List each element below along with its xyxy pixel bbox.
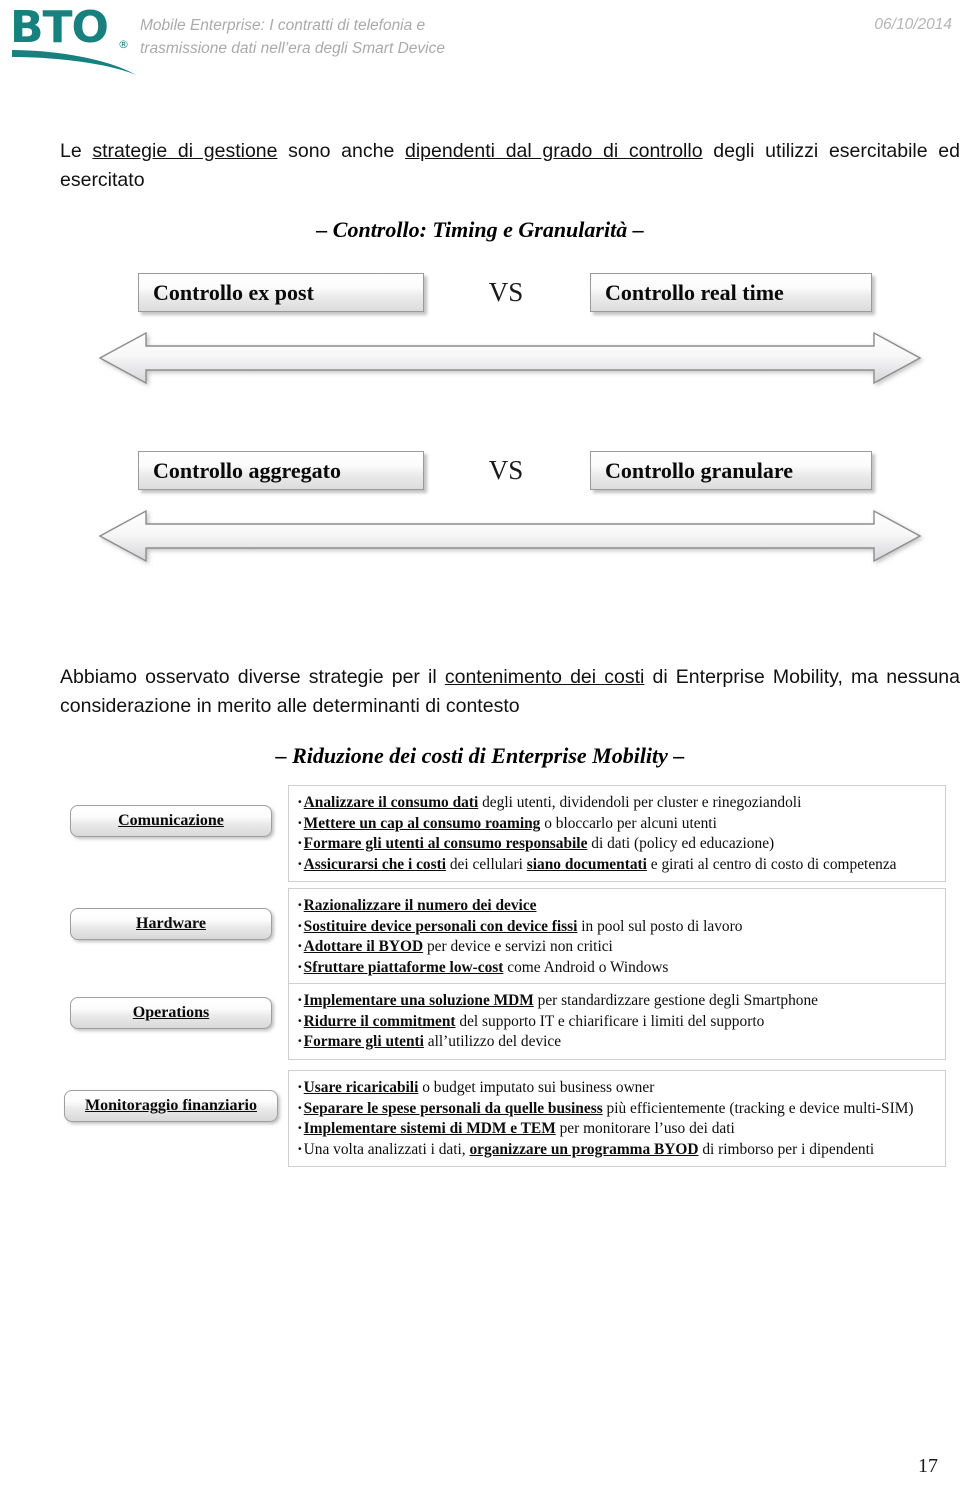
- lead-text-2: sono anche: [277, 140, 405, 162]
- header-title-line-1: Mobile Enterprise: I contratti di telefo…: [140, 17, 426, 34]
- category-label-comunicazione: Comunicazione: [118, 812, 224, 829]
- logo-swoosh-icon: [12, 50, 136, 75]
- category-list-operations: Implementare una soluzione MDM per stand…: [297, 990, 937, 1052]
- comparison-box-left-1[interactable]: Controllo ex post: [138, 273, 424, 312]
- list-item: Adottare il BYOD per device e servizi no…: [297, 936, 937, 957]
- list-item-text: per standardizzare gestione degli Smartp…: [533, 992, 819, 1009]
- header-title-line-2: trasmissione dati nell’era degli Smart D…: [140, 40, 445, 57]
- list-item-text: o bloccarlo per alcuni utenti: [540, 814, 717, 832]
- category-label-operations: Operations: [132, 1004, 210, 1021]
- list-item: Sostituire device personali con device f…: [297, 916, 937, 937]
- category-panel-comunicazione: Analizzare il consumo dati degli utenti,…: [288, 785, 946, 882]
- category-button-comunicazione[interactable]: Comunicazione: [70, 805, 272, 837]
- list-item-bold: Implementare sistemi di MDM e TEM: [303, 1120, 556, 1137]
- list-item: Formare gli utenti al consumo responsabi…: [297, 833, 937, 854]
- category-panel-operations: Implementare una soluzione MDM per stand…: [288, 983, 946, 1060]
- list-item: Sfruttare piattaforme low-cost come Andr…: [297, 957, 937, 978]
- category-list-monitoraggio: Usare ricaricabili o budget imputato sui…: [297, 1077, 937, 1159]
- double-arrow-2: [0, 505, 960, 567]
- list-item: Una volta analizzati i dati, organizzare…: [297, 1139, 937, 1160]
- list-item-bold: Formare gli utenti: [303, 1033, 424, 1050]
- list-item-text: o budget imputato sui business owner: [418, 1079, 655, 1096]
- category-button-operations[interactable]: Operations: [70, 997, 272, 1029]
- comparison-box-right-2[interactable]: Controllo granulare: [590, 451, 872, 490]
- list-item-bold: Formare gli utenti al consumo responsabi…: [303, 835, 588, 852]
- list-item: Implementare sistemi di MDM e TEM per mo…: [297, 1118, 937, 1139]
- list-item-bold: Implementare una soluzione MDM: [303, 992, 534, 1009]
- category-list-hardware: Razionalizzare il numero dei device Sost…: [297, 895, 937, 977]
- list-item-bold: Sfruttare piattaforme low-cost: [303, 958, 504, 976]
- category-panel-monitoraggio: Usare ricaricabili o budget imputato sui…: [288, 1070, 946, 1167]
- header-date: 06/10/2014: [874, 16, 952, 33]
- bto-logo: BTO ®: [10, 6, 140, 78]
- list-item-text: per monitorare l’uso dei dati: [555, 1120, 735, 1137]
- list-item: Usare ricaricabili o budget imputato sui…: [297, 1077, 937, 1098]
- list-item: Razionalizzare il numero dei device: [297, 895, 937, 916]
- list-item-bold-2: siano documentati: [526, 855, 647, 873]
- double-arrow-1: [0, 327, 960, 389]
- list-item: Assicurarsi che i costi dei cellulari si…: [297, 854, 937, 875]
- list-item-text: dei cellulari: [446, 855, 527, 873]
- list-item-bold: Razionalizzare il numero dei device: [303, 897, 537, 914]
- list-item: Analizzare il consumo dati degli utenti,…: [297, 792, 937, 813]
- list-item-bold: Usare ricaricabili: [303, 1079, 419, 1096]
- vs-separator-2: VS: [488, 455, 524, 485]
- double-headed-arrow-icon-1: [98, 331, 922, 385]
- list-item-text: in pool sul posto di lavoro: [577, 917, 743, 935]
- logo-wordmark: BTO: [10, 2, 109, 53]
- category-list-comunicazione: Analizzare il consumo dati degli utenti,…: [297, 792, 937, 874]
- mid-paragraph: Abbiamo osservato diverse strategie per …: [60, 663, 960, 721]
- list-item: Implementare una soluzione MDM per stand…: [297, 990, 937, 1011]
- comparison-box-right-1[interactable]: Controllo real time: [590, 273, 872, 312]
- mid-underline-1: contenimento dei costi: [444, 666, 645, 688]
- list-item-bold: Adottare il BYOD: [303, 938, 424, 955]
- list-item: Formare gli utenti all’utilizzo del devi…: [297, 1031, 937, 1052]
- double-headed-arrow-icon-2: [98, 509, 922, 563]
- vs-separator-1: VS: [488, 277, 524, 307]
- list-item-bold-2: organizzare un programma BYOD: [469, 1140, 699, 1158]
- section-heading-controllo: – Controllo: Timing e Granularità –: [316, 217, 644, 242]
- header-document-title: Mobile Enterprise: I contratti di telefo…: [140, 14, 700, 60]
- lead-text-1: Le: [60, 140, 93, 162]
- lead-paragraph: Le strategie di gestione sono anche dipe…: [60, 137, 960, 195]
- list-item-text: degli utenti, dividendoli per cluster e …: [478, 794, 802, 811]
- section-heading-riduzione: – Riduzione dei costi di Enterprise Mobi…: [275, 743, 685, 768]
- list-item-text: all’utilizzo del device: [423, 1033, 562, 1050]
- comparison-label-left-2: Controllo aggregato: [153, 457, 341, 483]
- comparison-box-left-2[interactable]: Controllo aggregato: [138, 451, 424, 490]
- list-item-text: come Android o Windows: [503, 958, 669, 976]
- list-item-text-2: e girati al centro di costo di competenz…: [646, 855, 897, 873]
- category-button-monitoraggio-finanziario[interactable]: Monitoraggio finanziario: [64, 1090, 278, 1122]
- list-item-bold: Ridurre il commitment: [303, 1012, 456, 1030]
- list-item-text: Una volta analizzati i dati,: [303, 1140, 470, 1158]
- comparison-label-right-2: Controllo granulare: [605, 457, 794, 483]
- list-item-text-2: di rimborso per i dipendenti: [698, 1140, 875, 1158]
- list-item-bold: Separare le spese personali da quelle bu…: [303, 1099, 603, 1117]
- comparison-row-2: Controllo aggregato VS Controllo granula…: [0, 451, 960, 501]
- category-label-hardware: Hardware: [136, 915, 206, 932]
- list-item-text: del supporto IT e chiarificare i limiti …: [455, 1012, 765, 1030]
- category-button-hardware[interactable]: Hardware: [70, 908, 272, 940]
- list-item-text: più efficientemente (tracking e device m…: [602, 1099, 914, 1117]
- comparison-row-1: Controllo ex post VS Controllo real time: [0, 273, 960, 323]
- comparison-label-left-1: Controllo ex post: [153, 279, 314, 305]
- page-number: 17: [918, 1455, 938, 1477]
- list-item: Separare le spese personali da quelle bu…: [297, 1098, 937, 1119]
- page-header: BTO ® Mobile Enterprise: I contratti di …: [0, 0, 960, 95]
- list-item-bold: Analizzare il consumo dati: [303, 794, 479, 811]
- list-item-text: di dati (policy ed educazione): [587, 835, 775, 852]
- category-panel-hardware: Razionalizzare il numero dei device Sost…: [288, 888, 946, 985]
- list-item-bold: Sostituire device personali con device f…: [303, 917, 578, 935]
- list-item-bold: Mettere un cap al consumo roaming: [303, 814, 541, 832]
- category-label-monitoraggio-finanziario: Monitoraggio finanziario: [85, 1097, 257, 1114]
- comparison-label-right-1: Controllo real time: [605, 279, 784, 305]
- list-item: Ridurre il commitment del supporto IT e …: [297, 1011, 937, 1032]
- list-item-bold: Assicurarsi che i costi: [303, 855, 447, 873]
- mid-text-1: Abbiamo osservato diverse strategie per …: [60, 666, 445, 688]
- list-item: Mettere un cap al consumo roaming o bloc…: [297, 813, 937, 834]
- lead-underline-1: strategie di gestione: [92, 140, 278, 162]
- lead-underline-2: dipendenti dal grado di controllo: [405, 140, 703, 162]
- list-item-text: per device e servizi non critici: [423, 938, 613, 955]
